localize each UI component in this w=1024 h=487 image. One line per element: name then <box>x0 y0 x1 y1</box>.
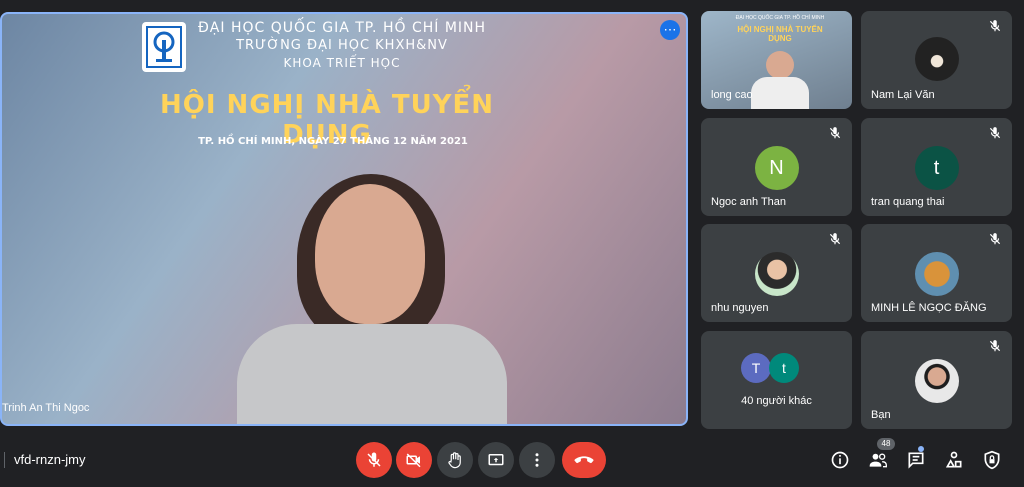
present-screen-button[interactable] <box>478 442 514 478</box>
participant-tile-others[interactable]: T t 40 người khác <box>701 331 852 429</box>
speaker-name: Trinh An Thi Ngoc <box>2 402 90 414</box>
meeting-code: vfd-rnzn-jmy <box>14 452 86 467</box>
mic-off-icon <box>989 233 1001 245</box>
raise-hand-button[interactable] <box>437 442 473 478</box>
people-icon <box>869 453 887 468</box>
banner-line-1: ĐẠI HỌC QUỐC GIA TP. HỒ CHÍ MINH <box>197 20 487 36</box>
participant-count-badge: 48 <box>877 438 895 450</box>
avatar <box>914 359 959 403</box>
banner-date: TP. HỒ CHÍ MINH, NGÀY 27 THÁNG 12 NĂM 20… <box>198 136 468 147</box>
host-controls-icon <box>984 450 1000 470</box>
participant-tile[interactable]: nhu nguyen <box>701 224 852 322</box>
end-call-button[interactable] <box>562 442 606 478</box>
avatar <box>914 252 959 296</box>
participant-name: tran quang thai <box>871 196 945 208</box>
bottom-control-bar: vfd-rnzn-jmy <box>0 430 1024 487</box>
participant-name: Nam Lại Văn <box>871 89 935 101</box>
mic-off-icon <box>989 127 1001 139</box>
banner-line-2: TRƯỜNG ĐẠI HỌC KHXH&NV <box>236 38 448 53</box>
chat-button[interactable] <box>904 448 928 472</box>
others-count-label: 40 người khác <box>741 395 812 407</box>
more-vert-icon[interactable]: ⋯ <box>660 20 680 40</box>
participant-tile[interactable]: t tran quang thai <box>861 118 1012 216</box>
participant-tile[interactable]: MINH LÊ NGỌC ĐĂNG <box>861 224 1012 322</box>
mic-off-icon <box>829 233 841 245</box>
host-controls-button[interactable] <box>980 448 1004 472</box>
avatar: N <box>754 146 799 190</box>
avatar: t <box>769 353 799 383</box>
participant-name: Bạn <box>871 409 891 421</box>
avatar <box>754 252 799 296</box>
info-icon <box>831 451 849 469</box>
people-button[interactable] <box>866 448 890 472</box>
participant-tile[interactable]: Nam Lại Văn <box>861 11 1012 109</box>
avatar <box>914 37 959 81</box>
raise-hand-icon <box>448 452 461 469</box>
participant-name: Ngoc anh Than <box>711 196 787 208</box>
participant-name: long cao <box>711 89 753 101</box>
main-speaker-tile[interactable]: ĐẠI HỌC QUỐC GIA TP. HỒ CHÍ MINH TRƯỜNG … <box>0 12 688 426</box>
info-button[interactable] <box>828 448 852 472</box>
participant-name: MINH LÊ NGỌC ĐĂNG <box>871 302 987 314</box>
present-screen-icon <box>488 454 504 466</box>
mic-off-icon <box>367 452 381 467</box>
divider <box>4 452 5 468</box>
avatar: t <box>914 146 959 190</box>
mic-off-icon <box>989 20 1001 32</box>
camera-toggle-button[interactable] <box>396 442 432 478</box>
chat-icon <box>908 452 924 469</box>
speaker-video <box>227 174 517 424</box>
event-banner: ĐẠI HỌC QUỐC GIA TP. HỒ CHÍ MINH TRƯỜNG … <box>2 14 686 164</box>
university-logo <box>142 22 186 72</box>
banner-line-3: KHOA TRIẾT HỌC <box>283 56 401 70</box>
activities-button[interactable] <box>942 448 966 472</box>
participant-tile-self[interactable]: Bạn <box>861 331 1012 429</box>
mic-off-icon <box>989 340 1001 352</box>
more-options-button[interactable] <box>519 442 555 478</box>
end-call-icon <box>574 456 594 464</box>
meeting-stage: ĐẠI HỌC QUỐC GIA TP. HỒ CHÍ MINH TRƯỜNG … <box>0 0 1024 430</box>
avatar: T <box>741 353 771 383</box>
mic-off-icon <box>829 127 841 139</box>
more-options-icon <box>535 453 539 467</box>
chat-notification-dot <box>918 446 924 452</box>
participant-tile[interactable]: ĐẠI HỌC QUỐC GIA TP. HỒ CHÍ MINH HỘI NGH… <box>701 11 852 109</box>
activities-icon <box>945 451 962 468</box>
participant-tile[interactable]: N Ngoc anh Than <box>701 118 852 216</box>
participant-name: nhu nguyen <box>711 302 769 314</box>
camera-off-icon <box>406 453 421 468</box>
mic-toggle-button[interactable] <box>356 442 392 478</box>
